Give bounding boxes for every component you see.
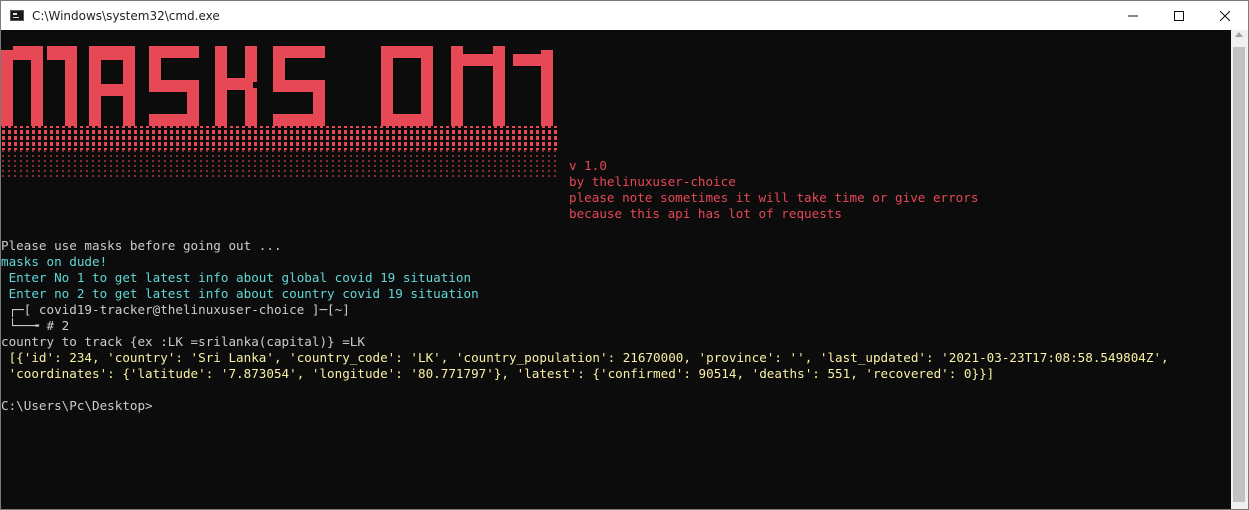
prompt-header: ┌─[ covid19-tracker@thelinuxuser-choice …	[1, 302, 350, 317]
vertical-scrollbar[interactable]	[1231, 30, 1248, 509]
maximize-button[interactable]	[1156, 1, 1202, 30]
version-text: v 1.0	[569, 158, 607, 173]
result-line: [{'id': 234, 'country': 'Sri Lanka', 'co…	[1, 350, 1169, 365]
console-line: Please use masks before going out ...	[1, 238, 282, 253]
minimize-icon	[1128, 15, 1138, 16]
console-line: Enter No 1 to get latest info about glob…	[1, 270, 472, 285]
minimize-button[interactable]	[1110, 1, 1156, 30]
cmd-window: C:\Windows\system32\cmd.exe v 1.0 by the…	[0, 0, 1249, 510]
console-line: Enter no 2 to get latest info about coun…	[1, 286, 479, 301]
close-icon	[1220, 10, 1230, 21]
command-prompt[interactable]: C:\Users\Pc\Desktop>	[1, 398, 153, 414]
window-title: C:\Windows\system32\cmd.exe	[32, 8, 220, 23]
console-output[interactable]: v 1.0 by thelinuxuser-choice please note…	[1, 30, 1232, 509]
scroll-up-icon[interactable]	[1235, 32, 1243, 37]
window-controls	[1110, 1, 1248, 30]
result-line: 'coordinates': {'latitude': '7.873054', …	[1, 366, 995, 381]
console-line: country to track {ex :LK =srilanka(capit…	[1, 334, 365, 349]
console-line: masks on dude!	[1, 254, 108, 269]
cmd-icon[interactable]	[10, 10, 24, 21]
note-text-2: because this api has lot of requests	[569, 206, 842, 221]
author-text: by thelinuxuser-choice	[569, 174, 736, 189]
prompt-input: └──╼ # 2	[1, 318, 70, 333]
scrollbar-thumb[interactable]	[1233, 47, 1245, 502]
title-bar[interactable]: C:\Windows\system32\cmd.exe	[1, 1, 1248, 30]
note-text-1: please note sometimes it will take time …	[569, 190, 979, 205]
maximize-icon	[1174, 10, 1184, 21]
close-button[interactable]	[1202, 1, 1248, 30]
